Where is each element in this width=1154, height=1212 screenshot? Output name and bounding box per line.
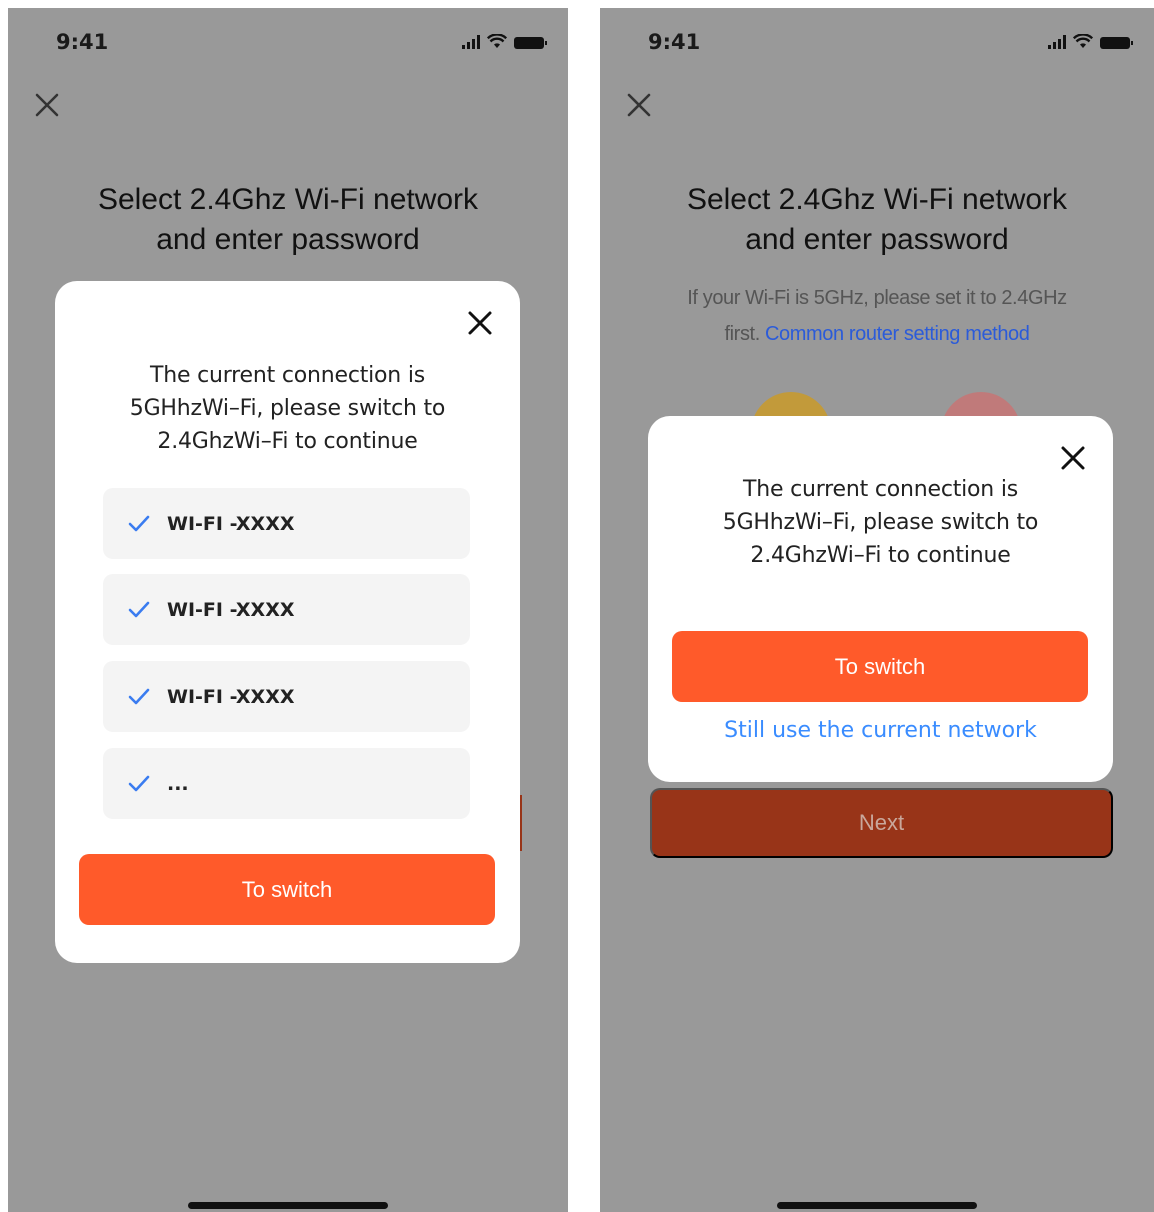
page-title-line-1: Select 2.4Ghz Wi-Fi network	[686, 183, 1068, 216]
dialog-message-line-2: 5GHhzWi–Fi, please switch to	[129, 396, 446, 421]
page-title-line-1: Select 2.4Ghz Wi-Fi network	[97, 183, 479, 216]
battery-icon	[514, 37, 547, 49]
dialog-message-line-3: 2.4GhzWi–Fi to continue	[157, 429, 418, 454]
check-icon	[128, 688, 150, 704]
next-button[interactable]: Next	[650, 788, 1113, 858]
wifi-list-item[interactable]: WI-FI -XXXX	[103, 661, 470, 732]
dialog-message: The current connection is 5GHhzWi–Fi, pl…	[648, 473, 1113, 572]
left-screen: 9:41 Select 2.4Ghz Wi-Fi network and ent…	[8, 8, 568, 1212]
home-indicator	[777, 1202, 977, 1209]
right-screen: 9:41 Select 2.4Ghz Wi-Fi network and ent…	[600, 8, 1154, 1212]
wifi-name: WI-FI -XXXX	[167, 512, 295, 535]
home-indicator	[188, 1202, 388, 1209]
page-title-line-2: and enter password	[745, 223, 1009, 256]
dialog-message: The current connection is 5GHhzWi–Fi, pl…	[55, 359, 520, 458]
wifi-icon	[1073, 34, 1093, 48]
close-icon[interactable]	[32, 90, 62, 120]
to-switch-button[interactable]: To switch	[79, 854, 495, 925]
dialog-message-line-3: 2.4GhzWi–Fi to continue	[750, 543, 1011, 568]
wifi-list-item[interactable]: ...	[103, 748, 470, 819]
dialog-message-line-1: The current connection is	[149, 363, 426, 388]
status-time: 9:41	[648, 30, 701, 54]
dialog-message-line-2: 5GHhzWi–Fi, please switch to	[722, 510, 1039, 535]
dialog-close-icon[interactable]	[466, 309, 494, 337]
check-icon	[128, 515, 150, 531]
dialog-close-icon[interactable]	[1059, 444, 1087, 472]
signal-icon	[1048, 35, 1066, 49]
check-icon	[128, 601, 150, 617]
wifi-name: WI-FI -XXXX	[167, 685, 295, 708]
battery-icon	[1100, 37, 1133, 49]
still-use-current-network-link[interactable]: Still use the current network	[648, 718, 1113, 743]
signal-icon	[462, 35, 480, 49]
hint-line-1: If your Wi-Fi is 5GHz, please set it to …	[687, 287, 1067, 309]
status-time: 9:41	[56, 30, 109, 54]
to-switch-button[interactable]: To switch	[672, 631, 1088, 702]
check-icon	[128, 775, 150, 791]
switch-network-dialog: The current connection is 5GHhzWi–Fi, pl…	[648, 416, 1113, 782]
router-setting-link[interactable]: Common router setting method	[765, 323, 1030, 345]
wifi-list-item[interactable]: WI-FI -XXXX	[103, 574, 470, 645]
status-icons	[462, 34, 547, 49]
page-title: Select 2.4Ghz Wi-Fi network and enter pa…	[600, 180, 1154, 260]
hint-line-2: first. Common router setting method	[600, 316, 1154, 352]
page-title-line-2: and enter password	[156, 223, 420, 256]
hint-text: If your Wi-Fi is 5GHz, please set it to …	[600, 280, 1154, 352]
wifi-name: ...	[167, 772, 189, 795]
status-icons	[1048, 34, 1133, 49]
wifi-list-item[interactable]: WI-FI -XXXX	[103, 488, 470, 559]
dialog-message-line-1: The current connection is	[742, 477, 1019, 502]
close-icon[interactable]	[624, 90, 654, 120]
wifi-icon	[487, 34, 507, 48]
page-title: Select 2.4Ghz Wi-Fi network and enter pa…	[8, 180, 568, 260]
wifi-name: WI-FI -XXXX	[167, 598, 295, 621]
hint-prefix: first.	[724, 323, 766, 345]
switch-network-dialog: The current connection is 5GHhzWi–Fi, pl…	[55, 281, 520, 963]
